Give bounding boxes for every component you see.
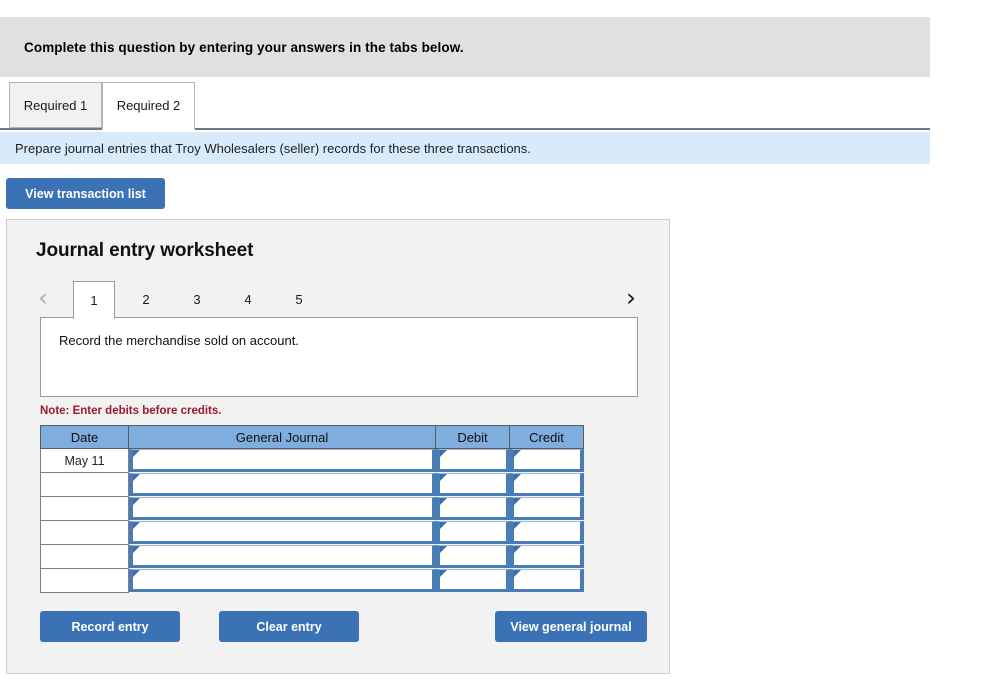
cell-credit-5[interactable]	[509, 545, 584, 569]
table-row	[40, 472, 584, 497]
debit-input-4[interactable]	[435, 521, 510, 544]
cell-date-6[interactable]	[40, 568, 129, 593]
column-header-general-journal: General Journal	[128, 425, 436, 449]
entry-tab-5-label: 5	[295, 292, 303, 307]
debit-input-3[interactable]	[435, 497, 510, 520]
cell-debit-4[interactable]	[435, 521, 510, 545]
credit-input-4[interactable]	[509, 521, 584, 544]
required-tabstrip: Required 1 Required 2	[0, 82, 930, 130]
chevron-left-icon[interactable]: ‹	[38, 284, 48, 312]
cell-general-journal-2[interactable]	[129, 473, 436, 497]
cell-debit-6[interactable]	[435, 569, 510, 593]
cell-debit-2[interactable]	[435, 473, 510, 497]
general-journal-input-3[interactable]	[129, 497, 436, 520]
tab-required-1-label: Required 1	[23, 97, 88, 113]
general-journal-input-4[interactable]	[129, 521, 436, 544]
worksheet-action-bar: Record entry Clear entry View general jo…	[7, 611, 669, 643]
requirement-text: Prepare journal entries that Troy Wholes…	[15, 140, 531, 156]
debit-input-2[interactable]	[435, 473, 510, 496]
worksheet-title: Journal entry worksheet	[36, 240, 254, 261]
cell-credit-4[interactable]	[509, 521, 584, 545]
credit-input-3[interactable]	[509, 497, 584, 520]
cell-date-4[interactable]	[40, 520, 129, 545]
cell-credit-1[interactable]	[509, 449, 584, 473]
entry-tab-5[interactable]: 5	[278, 281, 320, 318]
entry-tab-4-label: 4	[244, 292, 252, 307]
view-general-journal-button[interactable]: View general journal	[495, 611, 647, 642]
cell-date-2[interactable]	[40, 472, 129, 497]
cell-general-journal-1[interactable]	[129, 449, 436, 473]
tab-required-2-label: Required 2	[116, 98, 181, 113]
credit-input-5[interactable]	[509, 545, 584, 568]
cell-general-journal-4[interactable]	[129, 521, 436, 545]
entry-tab-navigation: ‹ 1 2 3 4 5 ›	[7, 281, 669, 319]
debit-input-1[interactable]	[435, 449, 510, 473]
chevron-right-icon[interactable]: ›	[626, 284, 636, 312]
cell-general-journal-3[interactable]	[129, 497, 436, 521]
general-journal-input-1[interactable]	[129, 449, 436, 473]
cell-date-1[interactable]: May 11	[40, 448, 129, 473]
table-row	[40, 496, 584, 521]
credit-input-6[interactable]	[509, 569, 584, 592]
general-journal-input-2[interactable]	[129, 473, 436, 496]
column-header-date: Date	[40, 425, 129, 449]
journal-entry-worksheet-panel: Journal entry worksheet ‹ 1 2 3 4 5 › Re…	[6, 219, 670, 674]
question-instruction-banner: Complete this question by entering your …	[0, 17, 930, 77]
cell-debit-3[interactable]	[435, 497, 510, 521]
cell-debit-5[interactable]	[435, 545, 510, 569]
view-transaction-list-button[interactable]: View transaction list	[6, 178, 165, 209]
table-row	[40, 544, 584, 569]
entry-tab-3-label: 3	[193, 292, 201, 307]
tab-required-1[interactable]: Required 1	[9, 82, 102, 128]
column-header-credit: Credit	[509, 425, 584, 449]
entry-description-box: Record the merchandise sold on account.	[40, 317, 638, 397]
entry-tab-1[interactable]: 1	[73, 281, 115, 319]
entry-tab-4[interactable]: 4	[227, 281, 269, 318]
entry-tab-3[interactable]: 3	[176, 281, 218, 318]
tab-required-2[interactable]: Required 2	[102, 82, 195, 130]
entry-tab-1-label: 1	[90, 292, 98, 308]
general-journal-input-5[interactable]	[129, 545, 436, 568]
general-journal-input-6[interactable]	[129, 569, 436, 592]
table-row	[40, 520, 584, 545]
table-row	[40, 568, 584, 593]
debit-input-6[interactable]	[435, 569, 510, 592]
question-instruction-text: Complete this question by entering your …	[24, 39, 464, 55]
entry-tab-2[interactable]: 2	[125, 281, 167, 318]
cell-credit-3[interactable]	[509, 497, 584, 521]
general-journal-table: Date General Journal Debit Credit May 11	[40, 425, 584, 593]
credit-input-2[interactable]	[509, 473, 584, 496]
entry-description-text: Record the merchandise sold on account.	[59, 333, 299, 348]
cell-credit-6[interactable]	[509, 569, 584, 593]
requirement-bar: Prepare journal entries that Troy Wholes…	[0, 132, 930, 164]
record-entry-button[interactable]: Record entry	[40, 611, 180, 642]
debit-input-5[interactable]	[435, 545, 510, 568]
debits-before-credits-note: Note: Enter debits before credits.	[40, 405, 222, 417]
column-header-debit: Debit	[435, 425, 510, 449]
cell-general-journal-6[interactable]	[129, 569, 436, 593]
cell-debit-1[interactable]	[435, 449, 510, 473]
credit-input-1[interactable]	[509, 449, 584, 473]
cell-date-5[interactable]	[40, 544, 129, 569]
entry-tab-2-label: 2	[142, 292, 150, 307]
cell-date-3[interactable]	[40, 496, 129, 521]
table-row: May 11	[40, 448, 584, 473]
cell-credit-2[interactable]	[509, 473, 584, 497]
table-header-row: Date General Journal Debit Credit	[40, 425, 584, 449]
cell-general-journal-5[interactable]	[129, 545, 436, 569]
clear-entry-button[interactable]: Clear entry	[219, 611, 359, 642]
